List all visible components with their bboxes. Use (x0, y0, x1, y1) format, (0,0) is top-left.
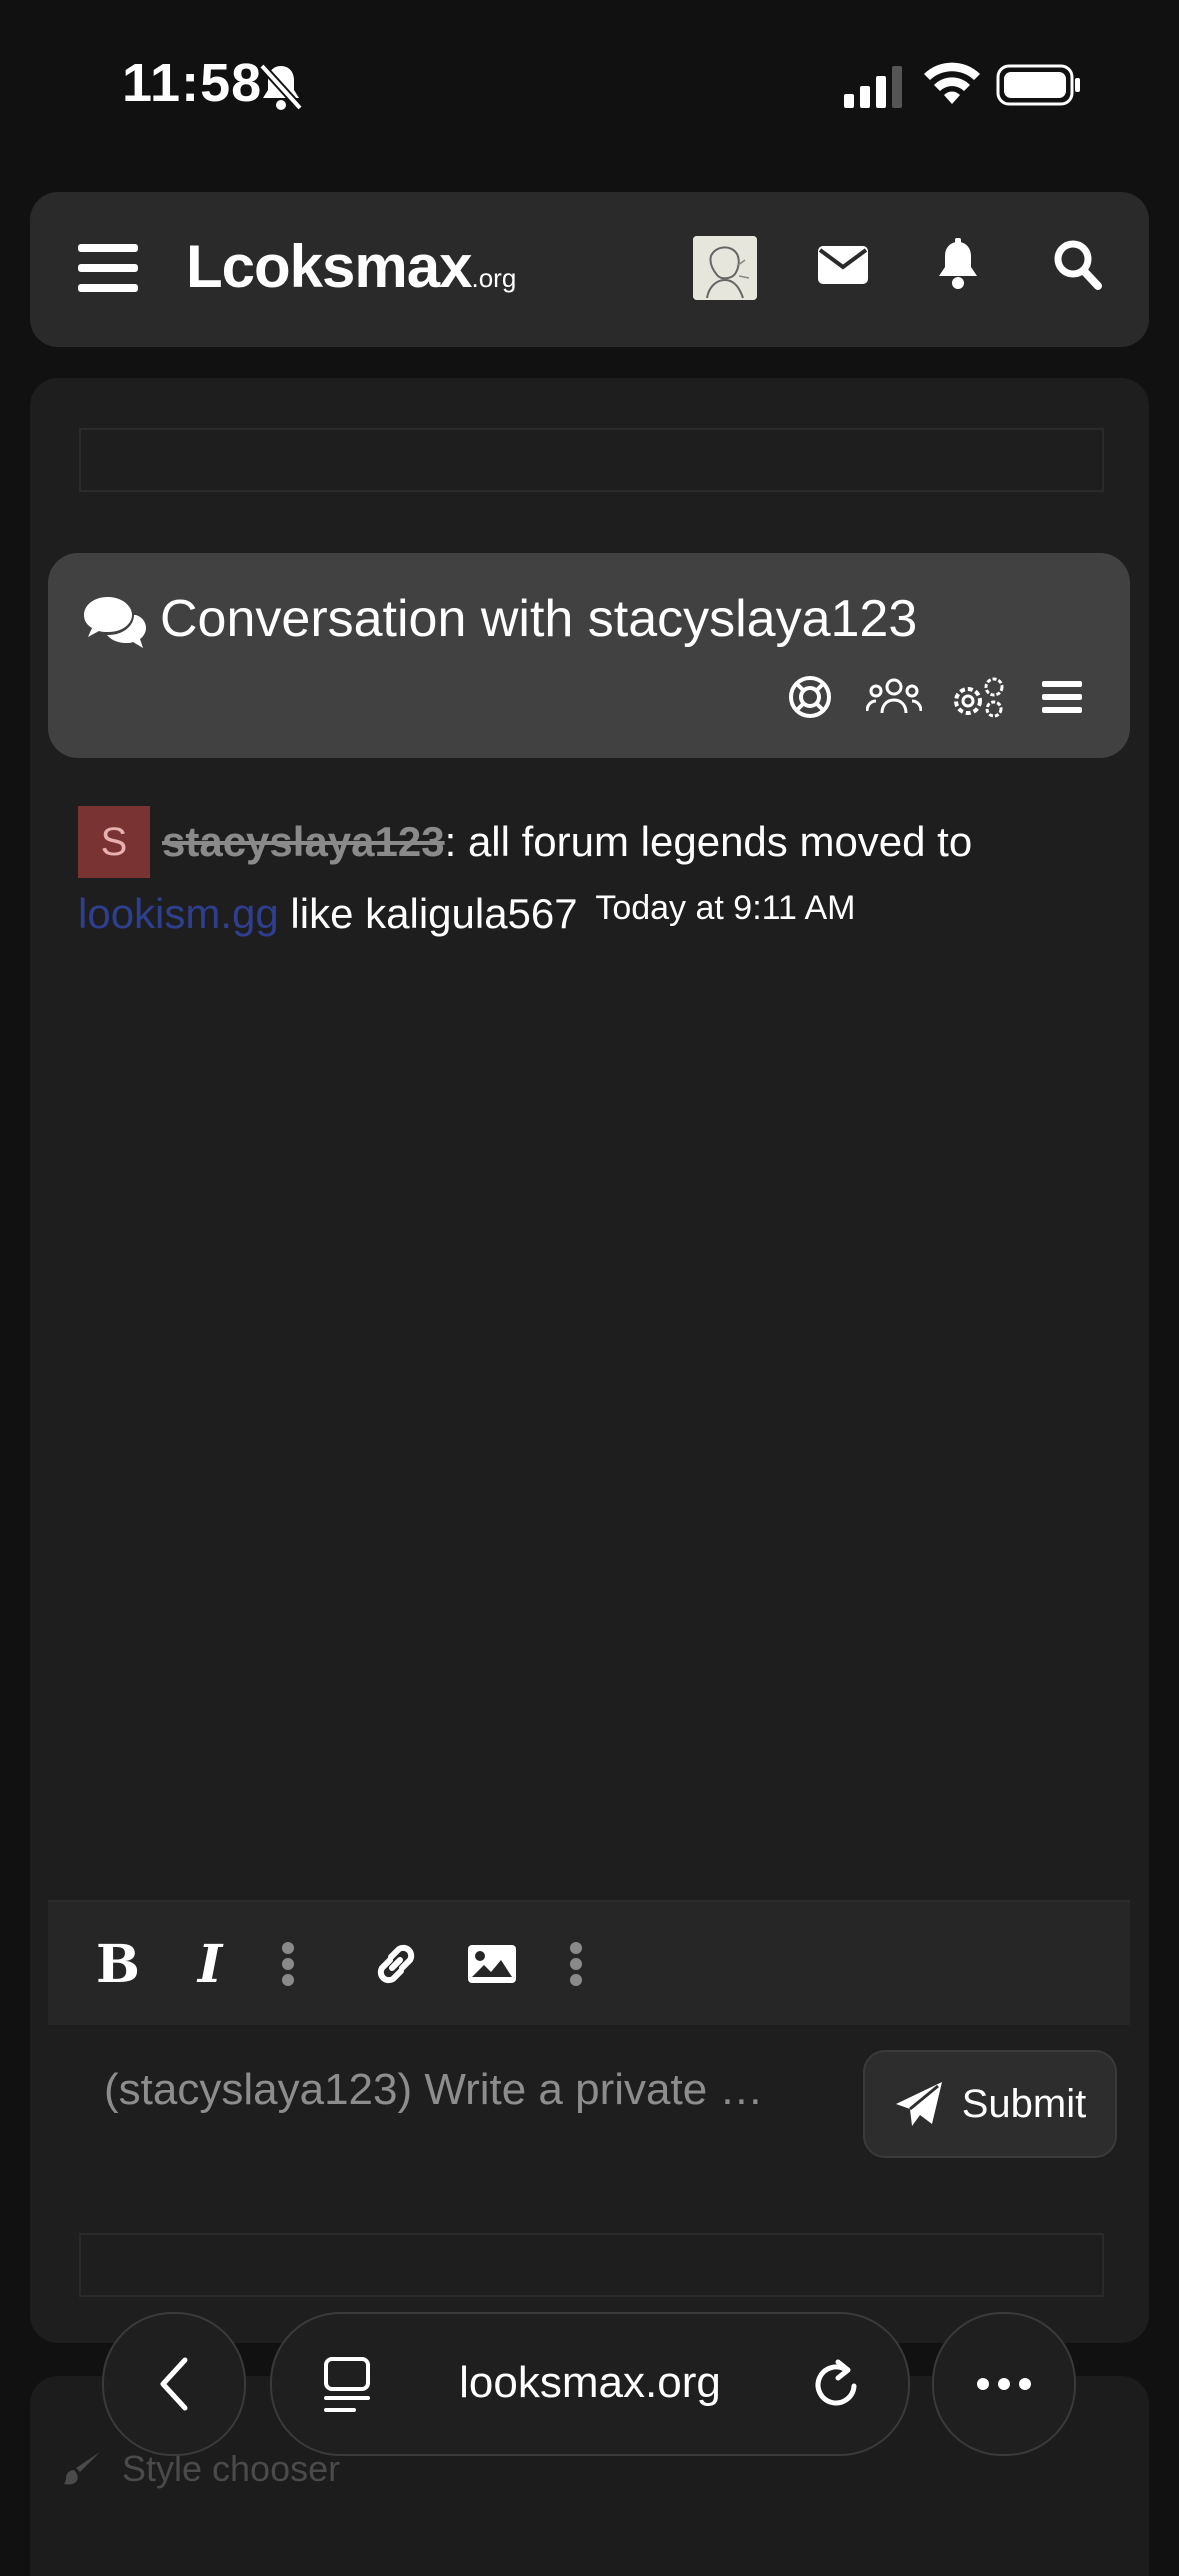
main-content-panel: Conversation with stacyslaya123 S stacys… (30, 378, 1149, 2343)
insert-link-button[interactable] (366, 1934, 426, 1994)
editor-toolbar: B I (48, 1900, 1130, 2027)
italic-icon: I (197, 1933, 223, 1995)
more-insert-options-button[interactable] (556, 1934, 596, 1994)
submit-label: Submit (961, 2081, 1087, 2126)
cellular-signal-icon (844, 66, 902, 108)
message-avatar[interactable]: S (78, 806, 150, 878)
bold-icon: B (96, 1933, 140, 1995)
style-chooser-label: Style chooser (122, 2448, 341, 2489)
message-username[interactable]: stacyslaya123 (162, 818, 445, 865)
lifebuoy-icon (789, 676, 831, 718)
message-input-area: (stacyslaya123) Write a private … Submit (48, 2025, 1130, 2175)
avatar-sketch-icon (693, 236, 757, 300)
user-avatar[interactable] (693, 236, 757, 300)
message-link[interactable]: lookism.gg (78, 890, 279, 937)
browser-more-button[interactable] (932, 2312, 1076, 2456)
search-icon[interactable] (1052, 238, 1102, 290)
status-time: 11:58 (122, 53, 263, 113)
message-input[interactable]: (stacyslaya123) Write a private … (104, 2065, 864, 2115)
cogs-icon (954, 677, 1004, 718)
wifi-icon (924, 62, 980, 104)
italic-button[interactable]: I (180, 1933, 240, 1995)
help-tool-button[interactable] (782, 673, 838, 721)
hamburger-menu-icon[interactable] (78, 242, 138, 294)
ad-placeholder-top (79, 428, 1104, 492)
link-icon (377, 1944, 415, 1984)
message-text-part2: like kaligula567 (278, 890, 578, 937)
users-icon (866, 678, 922, 714)
browser-address-bar[interactable]: looksmax.org (270, 2312, 910, 2456)
submit-button[interactable]: Submit (863, 2050, 1117, 2158)
conversation-tools (782, 673, 1090, 721)
site-logo[interactable]: Lcoksmax.org (186, 232, 516, 301)
more-vertical-icon (570, 1942, 582, 1986)
conversation-header: Conversation with stacyslaya123 (48, 553, 1130, 758)
notifications-bell-icon[interactable] (935, 238, 981, 290)
reload-icon[interactable] (810, 2356, 864, 2412)
logo-suffix-text: .org (471, 263, 517, 293)
image-icon (468, 1945, 516, 1983)
ad-placeholder-bottom (79, 2233, 1104, 2297)
more-vertical-icon (282, 1942, 294, 1986)
options-menu-button[interactable] (1034, 673, 1090, 721)
browser-back-button[interactable] (102, 2312, 246, 2456)
logo-main-text: Lcoksmax (186, 233, 472, 300)
style-chooser-link[interactable]: Style chooser (64, 2448, 340, 2490)
paint-brush-icon (64, 2452, 100, 2485)
message-text-part1: : all forum legends moved to (444, 818, 973, 865)
message-timestamp: Today at 9:11 AM (595, 889, 856, 927)
insert-image-button[interactable] (462, 1934, 522, 1994)
more-horizontal-icon (977, 2378, 1031, 2390)
menu-icon (1042, 681, 1082, 713)
paper-plane-icon (895, 2082, 942, 2126)
bell-slash-icon (259, 63, 303, 111)
chat-message: Sstacyslaya123: all forum legends moved … (78, 806, 1108, 950)
participants-tool-button[interactable] (866, 673, 922, 721)
settings-tool-button[interactable] (950, 673, 1006, 721)
battery-icon (996, 64, 1080, 106)
chevron-left-icon (160, 2357, 188, 2411)
bold-button[interactable]: B (88, 1933, 148, 1995)
site-header: Lcoksmax.org (30, 192, 1149, 347)
comments-icon (84, 597, 146, 648)
status-bar: 11:58 (0, 0, 1179, 170)
conversation-title: Conversation with stacyslaya123 (160, 590, 918, 648)
mail-icon[interactable] (818, 244, 868, 286)
more-text-options-button[interactable] (268, 1934, 308, 1994)
